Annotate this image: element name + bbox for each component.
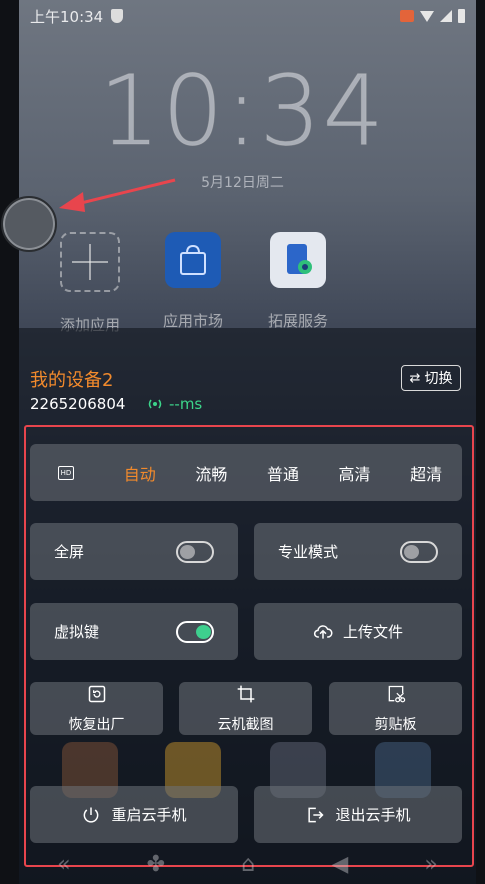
- floating-ball[interactable]: [1, 196, 57, 252]
- clipboard-label: 剪贴板: [374, 716, 417, 733]
- quality-option-high[interactable]: 高清: [319, 461, 391, 485]
- fullscreen-label: 全屏: [54, 543, 85, 561]
- switch-device-button[interactable]: ⇄ 切换: [401, 365, 461, 391]
- pro-mode-label: 专业模式: [278, 543, 339, 561]
- app-extension-service[interactable]: 拓展服务: [253, 232, 343, 331]
- app-add[interactable]: 添加应用: [45, 232, 135, 335]
- restart-phone-button[interactable]: 重启云手机: [30, 786, 238, 843]
- reset-icon: [88, 685, 105, 702]
- restart-label: 重启云手机: [111, 806, 187, 824]
- quality-option-smooth[interactable]: 流畅: [176, 461, 248, 485]
- cloud-upload-icon: [313, 624, 333, 639]
- swap-icon: ⇄: [409, 370, 421, 386]
- app-store-icon: [165, 232, 221, 288]
- clipboard-button[interactable]: 剪贴板: [329, 682, 462, 735]
- virtual-keys-row: 虚拟键: [30, 603, 238, 660]
- hd-icon: HD: [58, 465, 74, 480]
- app-store[interactable]: 应用市场: [148, 232, 238, 331]
- home-icon[interactable]: ⌂: [241, 852, 255, 877]
- signal-broadcast-icon: [148, 399, 162, 409]
- clipboard-scissors-icon: [388, 685, 405, 702]
- status-time: 上午10:34: [30, 7, 104, 26]
- crop-icon: [237, 685, 254, 702]
- exit-label: 退出云手机: [335, 806, 411, 824]
- upload-file-button[interactable]: 上传文件: [254, 603, 462, 660]
- screenshot-button[interactable]: 云机截图: [179, 682, 312, 735]
- pro-mode-row: 专业模式: [254, 523, 462, 580]
- status-bar: 上午10:34: [30, 6, 465, 26]
- add-app-icon: [60, 232, 120, 292]
- collapse-left-icon[interactable]: «: [57, 852, 70, 877]
- quality-option-ultra[interactable]: 超清: [390, 461, 462, 485]
- cast-icon: [400, 10, 414, 22]
- fullscreen-row: 全屏: [30, 523, 238, 580]
- switch-label: 切换: [424, 371, 453, 387]
- signal-icon: [440, 10, 452, 22]
- virtual-keys-label: 虚拟键: [54, 623, 100, 641]
- ping-indicator: --ms: [146, 395, 202, 413]
- virtual-keys-toggle[interactable]: [176, 620, 214, 643]
- arrow-annotation-icon: [59, 178, 176, 212]
- exit-phone-button[interactable]: 退出云手机: [254, 786, 462, 843]
- system-icons: [400, 9, 465, 23]
- upload-label: 上传文件: [342, 623, 403, 641]
- logout-icon: [308, 807, 325, 822]
- device-name: 我的设备2: [30, 370, 114, 391]
- shield-icon: [111, 9, 124, 23]
- lock-clock: 10:34: [99, 55, 386, 168]
- navigation-bar: « ✤ ⌂ ◀ »: [19, 845, 476, 884]
- extension-service-icon: [270, 232, 326, 288]
- ping-value: --ms: [169, 395, 203, 413]
- screenshot-label: 云机截图: [217, 716, 274, 733]
- battery-icon: [458, 9, 465, 23]
- factory-reset-button[interactable]: 恢复出厂: [30, 682, 163, 735]
- fullscreen-toggle[interactable]: [176, 540, 214, 563]
- factory-reset-label: 恢复出厂: [68, 716, 125, 733]
- power-icon: [84, 807, 99, 823]
- quality-option-auto[interactable]: 自动: [104, 461, 176, 485]
- home-menu-icon[interactable]: ✤: [147, 852, 165, 877]
- pro-mode-toggle[interactable]: [400, 540, 438, 563]
- wifi-icon: [420, 10, 434, 22]
- device-id: 2265206804: [30, 395, 126, 413]
- quality-selector: HD 自动 流畅 普通 高清 超清: [30, 444, 462, 501]
- back-icon[interactable]: ◀: [331, 852, 348, 877]
- collapse-right-icon[interactable]: »: [424, 852, 437, 877]
- quality-option-normal[interactable]: 普通: [247, 461, 319, 485]
